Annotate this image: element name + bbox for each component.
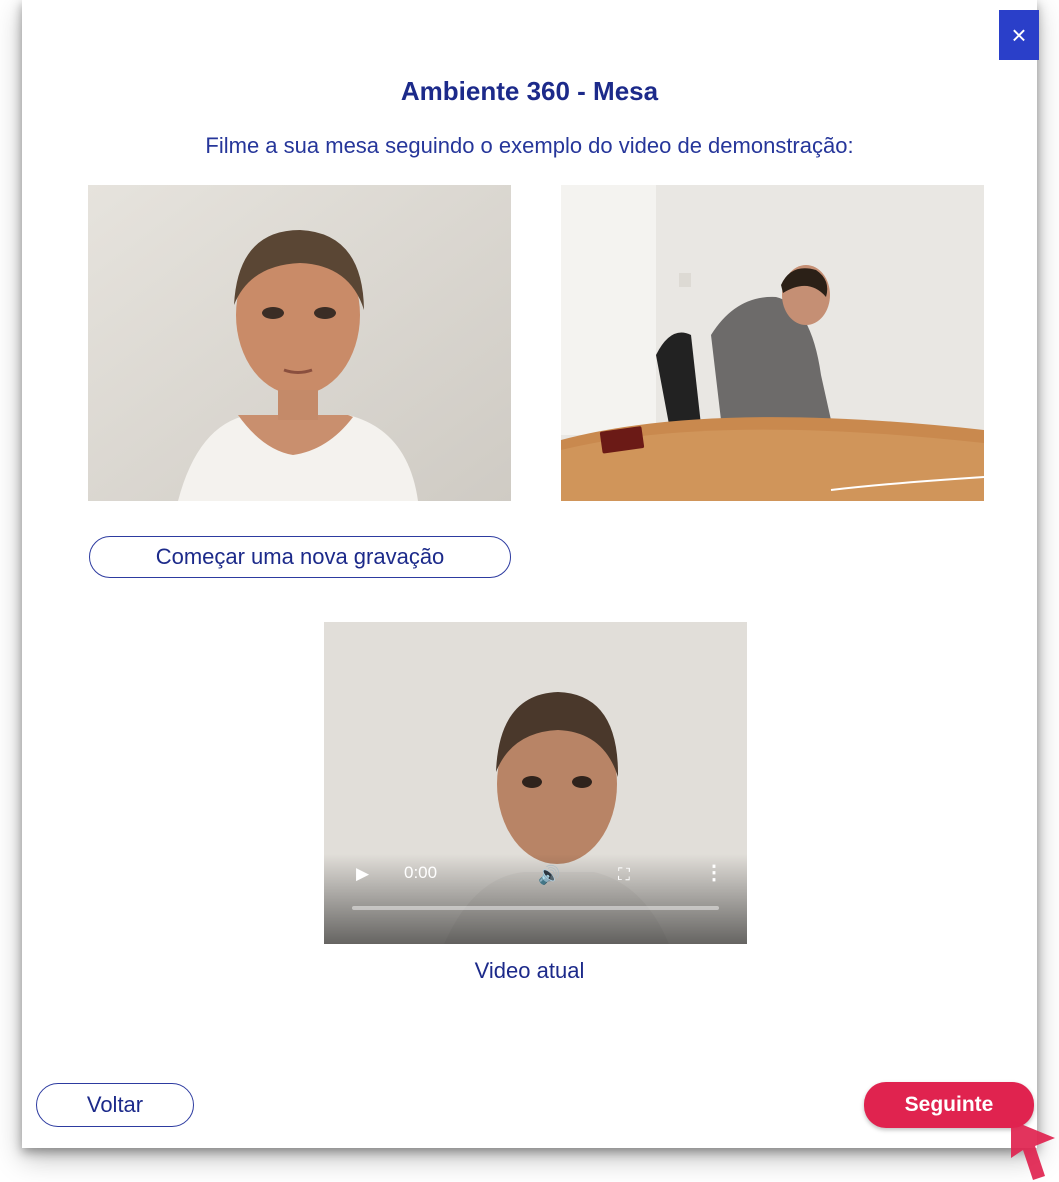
demo-desk-image	[561, 185, 984, 501]
fullscreen-icon[interactable]: ⛶	[618, 865, 630, 885]
close-icon: ×	[1011, 20, 1027, 50]
cursor-pointer-icon	[1011, 1120, 1055, 1180]
video-controls	[324, 854, 747, 944]
dialog-title: Ambiente 360 - Mesa	[400, 76, 659, 106]
current-video-caption: Video atual	[474, 958, 585, 983]
person-portrait-image	[88, 185, 511, 501]
video-progress-bar[interactable]	[352, 906, 719, 910]
webcam-preview	[88, 185, 511, 501]
dialog-subtitle: Filme a sua mesa seguindo o exemplo do v…	[205, 133, 854, 158]
close-button[interactable]: ×	[999, 10, 1039, 60]
more-options-icon[interactable]: ⋮	[704, 860, 724, 885]
volume-icon[interactable]: 🔊	[538, 865, 560, 886]
back-button[interactable]: Voltar	[36, 1083, 194, 1127]
new-recording-button[interactable]: Começar uma nova gravação	[89, 536, 511, 578]
video-time: 0:00	[404, 863, 438, 882]
dialog: × Ambiente 360 - Mesa Filme a sua mesa s…	[22, 0, 1039, 1148]
demo-video	[561, 185, 984, 501]
current-video-player[interactable]: ▶ 0:00 🔊 ⛶ ⋮	[324, 622, 747, 944]
play-icon[interactable]: ▶	[356, 864, 369, 884]
